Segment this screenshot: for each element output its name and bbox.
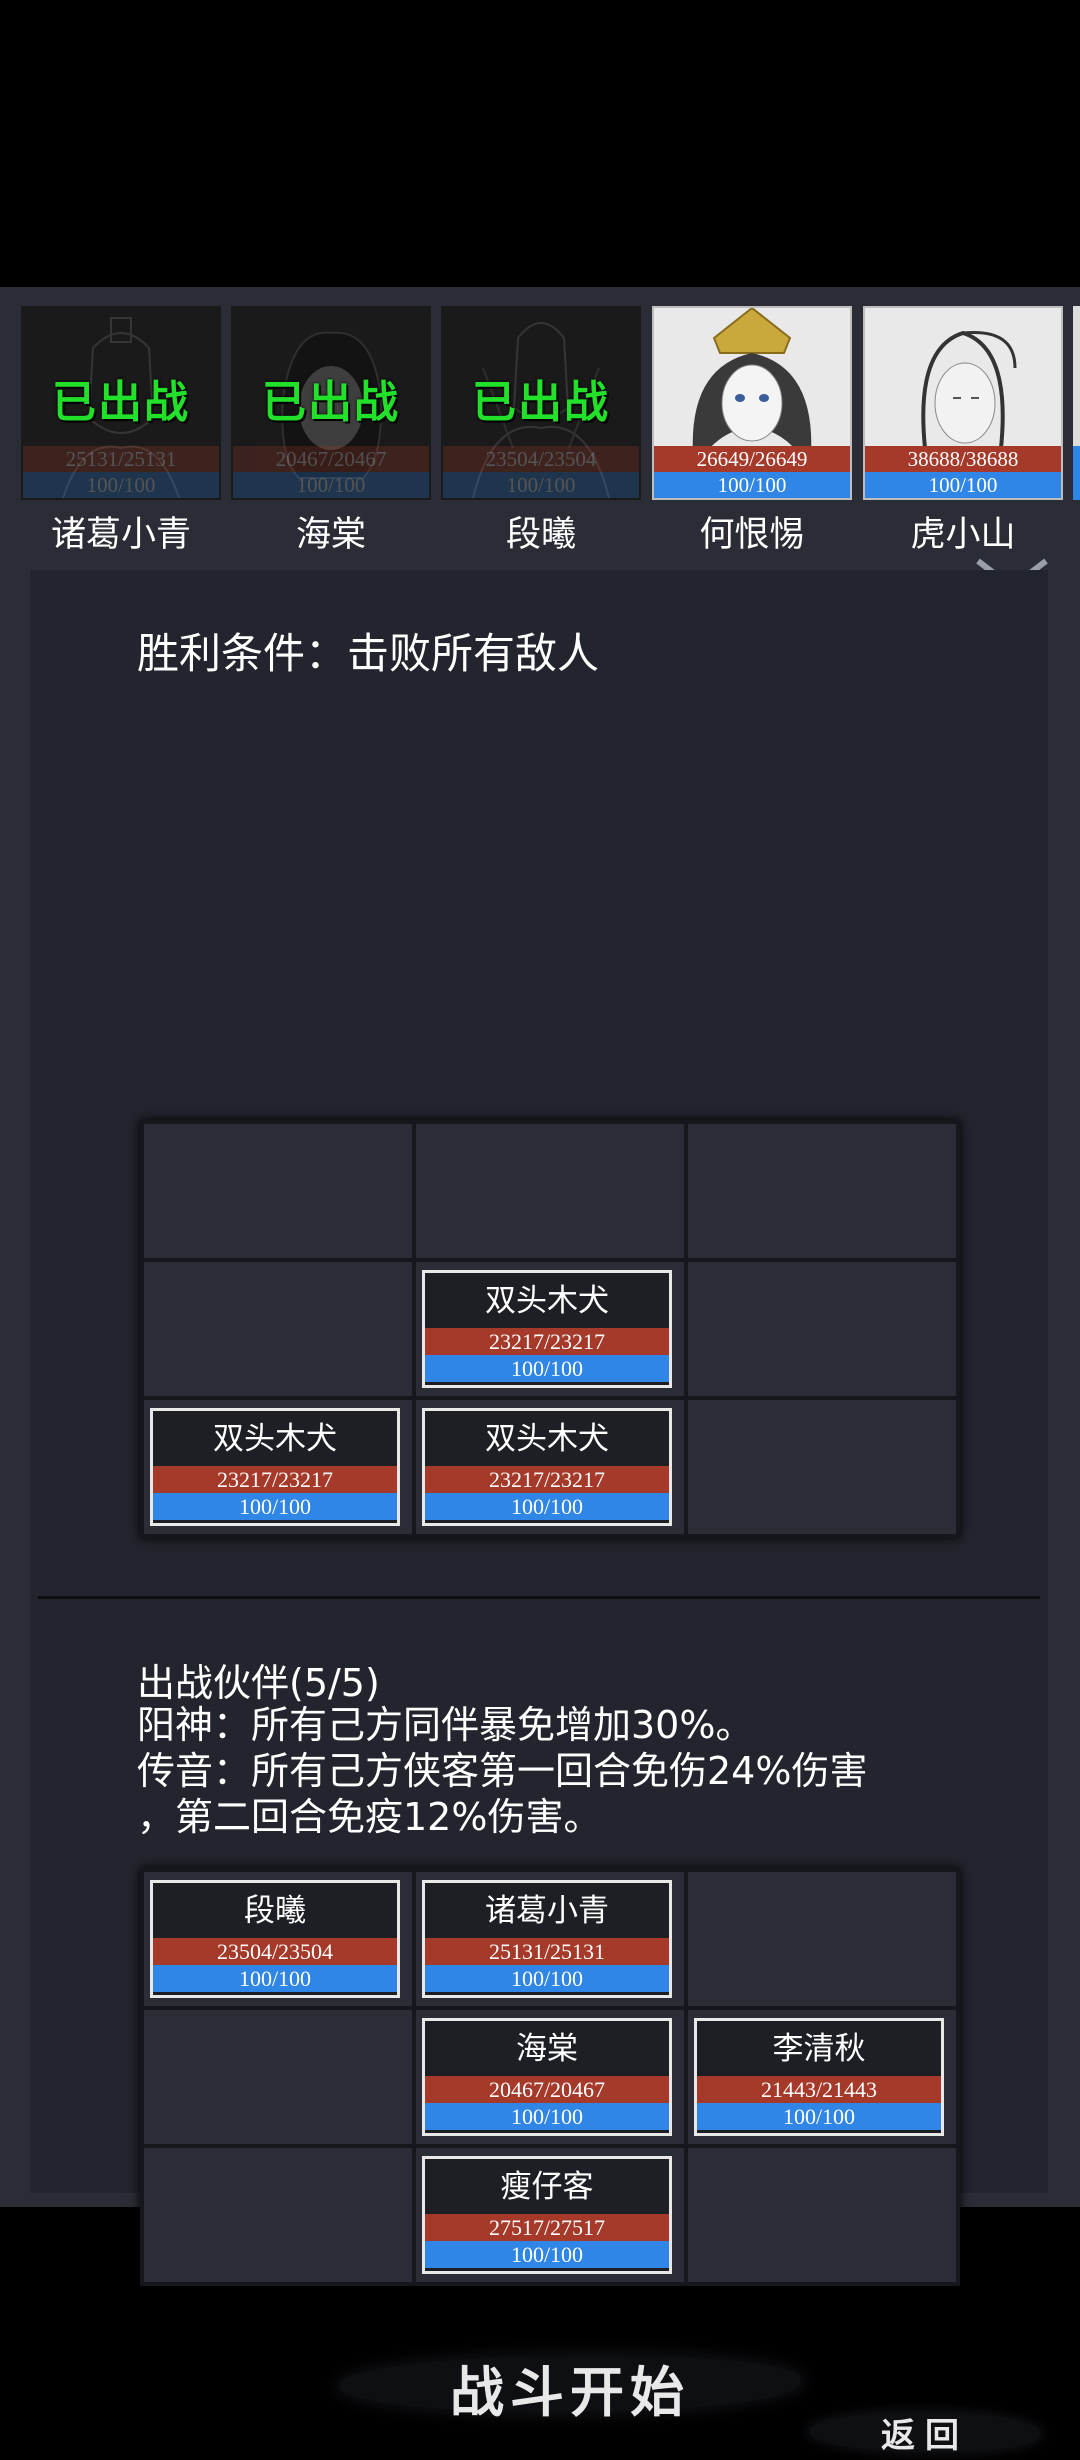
- hp-bar: 20467/20467: [425, 2076, 669, 2103]
- hp-bar: 21443/21443: [697, 2076, 941, 2103]
- grid-cell[interactable]: 段曦 23504/23504 100/100: [144, 1872, 412, 2006]
- unit-name: 李清秋: [772, 2031, 866, 2067]
- grid-cell[interactable]: [144, 2010, 412, 2144]
- unit-name: 段曦: [244, 1893, 306, 1929]
- hp-bar: 25131/25131: [23, 446, 219, 472]
- grid-cell[interactable]: 海棠 20467/20467 100/100: [416, 2010, 684, 2144]
- battle-setup-screen: 已出战 25131/25131 100/100 诸葛小青 已出战 20467/2…: [0, 287, 1080, 2456]
- enemy-unit[interactable]: 双头木犬 23217/23217 100/100: [422, 1408, 672, 1526]
- hero-name: 段曦: [505, 515, 576, 555]
- roster-card-haitang[interactable]: 已出战 20467/20467 100/100 海棠: [231, 306, 431, 556]
- grid-cell: [416, 1124, 684, 1258]
- mp-bar: 100/100: [425, 1493, 669, 1520]
- hero-name: 何恨惕: [699, 515, 805, 555]
- start-battle-button[interactable]: 战斗开始: [336, 2338, 804, 2428]
- hp-bar: 25131/25131: [425, 1938, 669, 1965]
- hero-roster: 已出战 25131/25131 100/100 诸葛小青 已出战 20467/2…: [0, 287, 1080, 557]
- deployed-label: 已出战: [262, 377, 400, 428]
- mp-bar: 100/100: [23, 472, 219, 498]
- grid-cell: 双头木犬 23217/23217 100/100: [144, 1400, 412, 1534]
- grid-cell[interactable]: 瘦仔客 27517/27517 100/100: [416, 2148, 684, 2282]
- section-divider: [38, 1596, 1040, 1599]
- buff-line: 传音：所有己方侠客第一回合免伤24%伤害: [137, 1749, 868, 1793]
- team-unit[interactable]: 海棠 20467/20467 100/100: [422, 2018, 672, 2136]
- team-formation-grid: 段曦 23504/23504 100/100 诸葛小青 25131/25131 …: [140, 1868, 960, 2286]
- mp-bar: 100/100: [425, 1355, 669, 1382]
- buff-line: ，第二回合免疫12%伤害。: [137, 1795, 602, 1839]
- grid-cell: [688, 1124, 956, 1258]
- roster-card-hehenti[interactable]: 26649/26649 100/100 何恨惕: [652, 306, 852, 556]
- mp-bar: 100/100: [425, 2103, 669, 2130]
- roster-card-zhuge[interactable]: 已出战 25131/25131 100/100 诸葛小青: [21, 306, 221, 556]
- team-unit[interactable]: 瘦仔客 27517/27517 100/100: [422, 2156, 672, 2274]
- mp-bar: 100/100: [153, 1965, 397, 1992]
- hp-bar: 20467/20467: [233, 446, 429, 472]
- unit-name: 双头木犬: [213, 1421, 337, 1457]
- unit-name: 瘦仔客: [500, 2169, 594, 2205]
- hp-bar: 27517/27517: [425, 2214, 669, 2241]
- mp-bar: 100/100: [654, 472, 850, 498]
- deployed-label: 已出战: [472, 377, 610, 428]
- mp-bar: 100/100: [697, 2103, 941, 2130]
- mp-bar: 100/100: [443, 472, 639, 498]
- buff-line: 阳神：所有己方同伴暴免增加30%。: [137, 1703, 754, 1747]
- deployed-label: 已出战: [52, 377, 190, 428]
- enemy-unit[interactable]: 双头木犬 23217/23217 100/100: [150, 1408, 400, 1526]
- enemy-unit[interactable]: 双头木犬 23217/23217 100/100: [422, 1270, 672, 1388]
- unit-name: 海棠: [516, 2031, 578, 2067]
- grid-cell[interactable]: [144, 2148, 412, 2282]
- grid-cell: [688, 1400, 956, 1534]
- mp-bar: 100/100: [233, 472, 429, 498]
- grid-cell: [144, 1262, 412, 1396]
- roster-card-duanxi[interactable]: 已出战 23504/23504 100/100 段曦: [441, 306, 641, 556]
- hero-name: 虎小山: [910, 515, 1016, 555]
- grid-cell[interactable]: [688, 1872, 956, 2006]
- hero-name: 海棠: [295, 515, 366, 555]
- unit-name: 双头木犬: [485, 1283, 609, 1319]
- hp-bar: 26649/26649: [654, 446, 850, 472]
- grid-cell[interactable]: [688, 2148, 956, 2282]
- grid-cell[interactable]: 李清秋 21443/21443 100/100: [688, 2010, 956, 2144]
- team-unit[interactable]: 李清秋 21443/21443 100/100: [694, 2018, 944, 2136]
- grid-cell: 双头木犬 23217/23217 100/100: [416, 1400, 684, 1534]
- grid-cell[interactable]: 诸葛小青 25131/25131 100/100: [416, 1872, 684, 2006]
- roster-next-card-edge[interactable]: [1073, 306, 1080, 500]
- hp-bar: 23217/23217: [153, 1466, 397, 1493]
- grid-cell: [144, 1124, 412, 1258]
- unit-name: 诸葛小青: [485, 1893, 609, 1929]
- hp-bar: 23504/23504: [443, 446, 639, 472]
- mp-bar: 100/100: [153, 1493, 397, 1520]
- team-title: 出战伙伴(5/5): [137, 1661, 380, 1705]
- enemy-formation-grid: 双头木犬 23217/23217 100/100 双头木犬 23217/2321…: [140, 1120, 960, 1538]
- hero-name: 诸葛小青: [50, 515, 191, 555]
- mp-bar: 100/100: [425, 2241, 669, 2268]
- start-battle-label: 战斗开始: [450, 2360, 690, 2424]
- hp-bar: 38688/38688: [865, 446, 1061, 472]
- mp-bar: 100/100: [425, 1965, 669, 1992]
- roster-card-huxiaoshan[interactable]: 38688/38688 100/100 虎小山: [863, 306, 1063, 556]
- grid-cell: [688, 1262, 956, 1396]
- back-button[interactable]: 返回: [810, 2400, 1040, 2460]
- back-label: 返回: [881, 2416, 969, 2456]
- unit-name: 双头木犬: [485, 1421, 609, 1457]
- grid-cell: 双头木犬 23217/23217 100/100: [416, 1262, 684, 1396]
- mp-bar: 100/100: [865, 472, 1061, 498]
- battle-panel: 胜利条件：击败所有敌人 双头木犬 23217/23217 100/100 双头木…: [30, 570, 1048, 2456]
- victory-condition: 胜利条件：击败所有敌人: [137, 629, 600, 678]
- hp-bar: 23504/23504: [153, 1938, 397, 1965]
- hp-bar: 23217/23217: [425, 1466, 669, 1493]
- hp-bar: 23217/23217: [425, 1328, 669, 1355]
- team-unit[interactable]: 段曦 23504/23504 100/100: [150, 1880, 400, 1998]
- team-unit[interactable]: 诸葛小青 25131/25131 100/100: [422, 1880, 672, 1998]
